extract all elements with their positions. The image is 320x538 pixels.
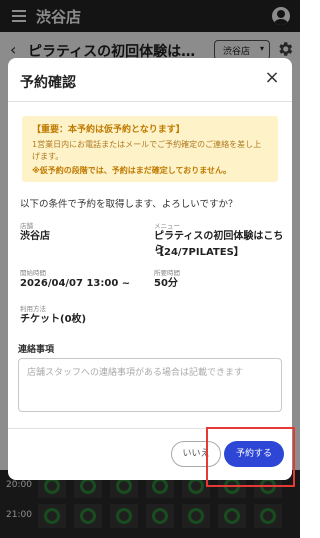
reserve-button[interactable]: 予約する: [224, 441, 284, 467]
modal-title: 予約確認: [20, 75, 76, 91]
duration-value: 50分: [154, 278, 178, 289]
menu-label: メニュー: [154, 222, 180, 230]
reservation-confirm-modal: 予約確認 × 【重要：本予約は仮予約となります】 1営業日内にお電話またはメール…: [8, 58, 292, 480]
payment-method-value: チケット(0枚): [20, 314, 87, 325]
close-icon[interactable]: ×: [262, 68, 282, 88]
payment-method-label: 利用方法: [20, 305, 46, 313]
confirm-question: 以下の条件で予約を取得します、よろしいですか？: [20, 199, 238, 210]
notice-body: 1営業日内にお電話またはメールでご予約確定のご連絡を差し上げます。: [32, 140, 262, 161]
notice-title: 【重要：本予約は仮予約となります】: [32, 125, 185, 135]
memo-input[interactable]: [18, 358, 282, 412]
menu-value-line2: 【24/7PILATES】: [154, 247, 244, 258]
modal-header: 予約確認 ×: [8, 58, 292, 102]
cancel-button[interactable]: いいえ: [171, 441, 221, 467]
notice-warning: ※仮予約の段階では、予約はまだ確定しておりません。: [32, 166, 232, 175]
duration-label: 所要時間: [154, 269, 180, 277]
store-value: 渋谷店: [20, 231, 50, 242]
provisional-notice: 【重要：本予約は仮予約となります】 1営業日内にお電話またはメールでご予約確定の…: [22, 116, 278, 182]
store-label: 店舗: [20, 222, 33, 230]
start-time-label: 開始時間: [20, 269, 46, 277]
modal-footer: いいえ 予約する: [8, 428, 292, 480]
memo-label: 連絡事項: [18, 345, 55, 355]
start-time-value: 2026/04/07 13:00 ~: [20, 278, 131, 289]
